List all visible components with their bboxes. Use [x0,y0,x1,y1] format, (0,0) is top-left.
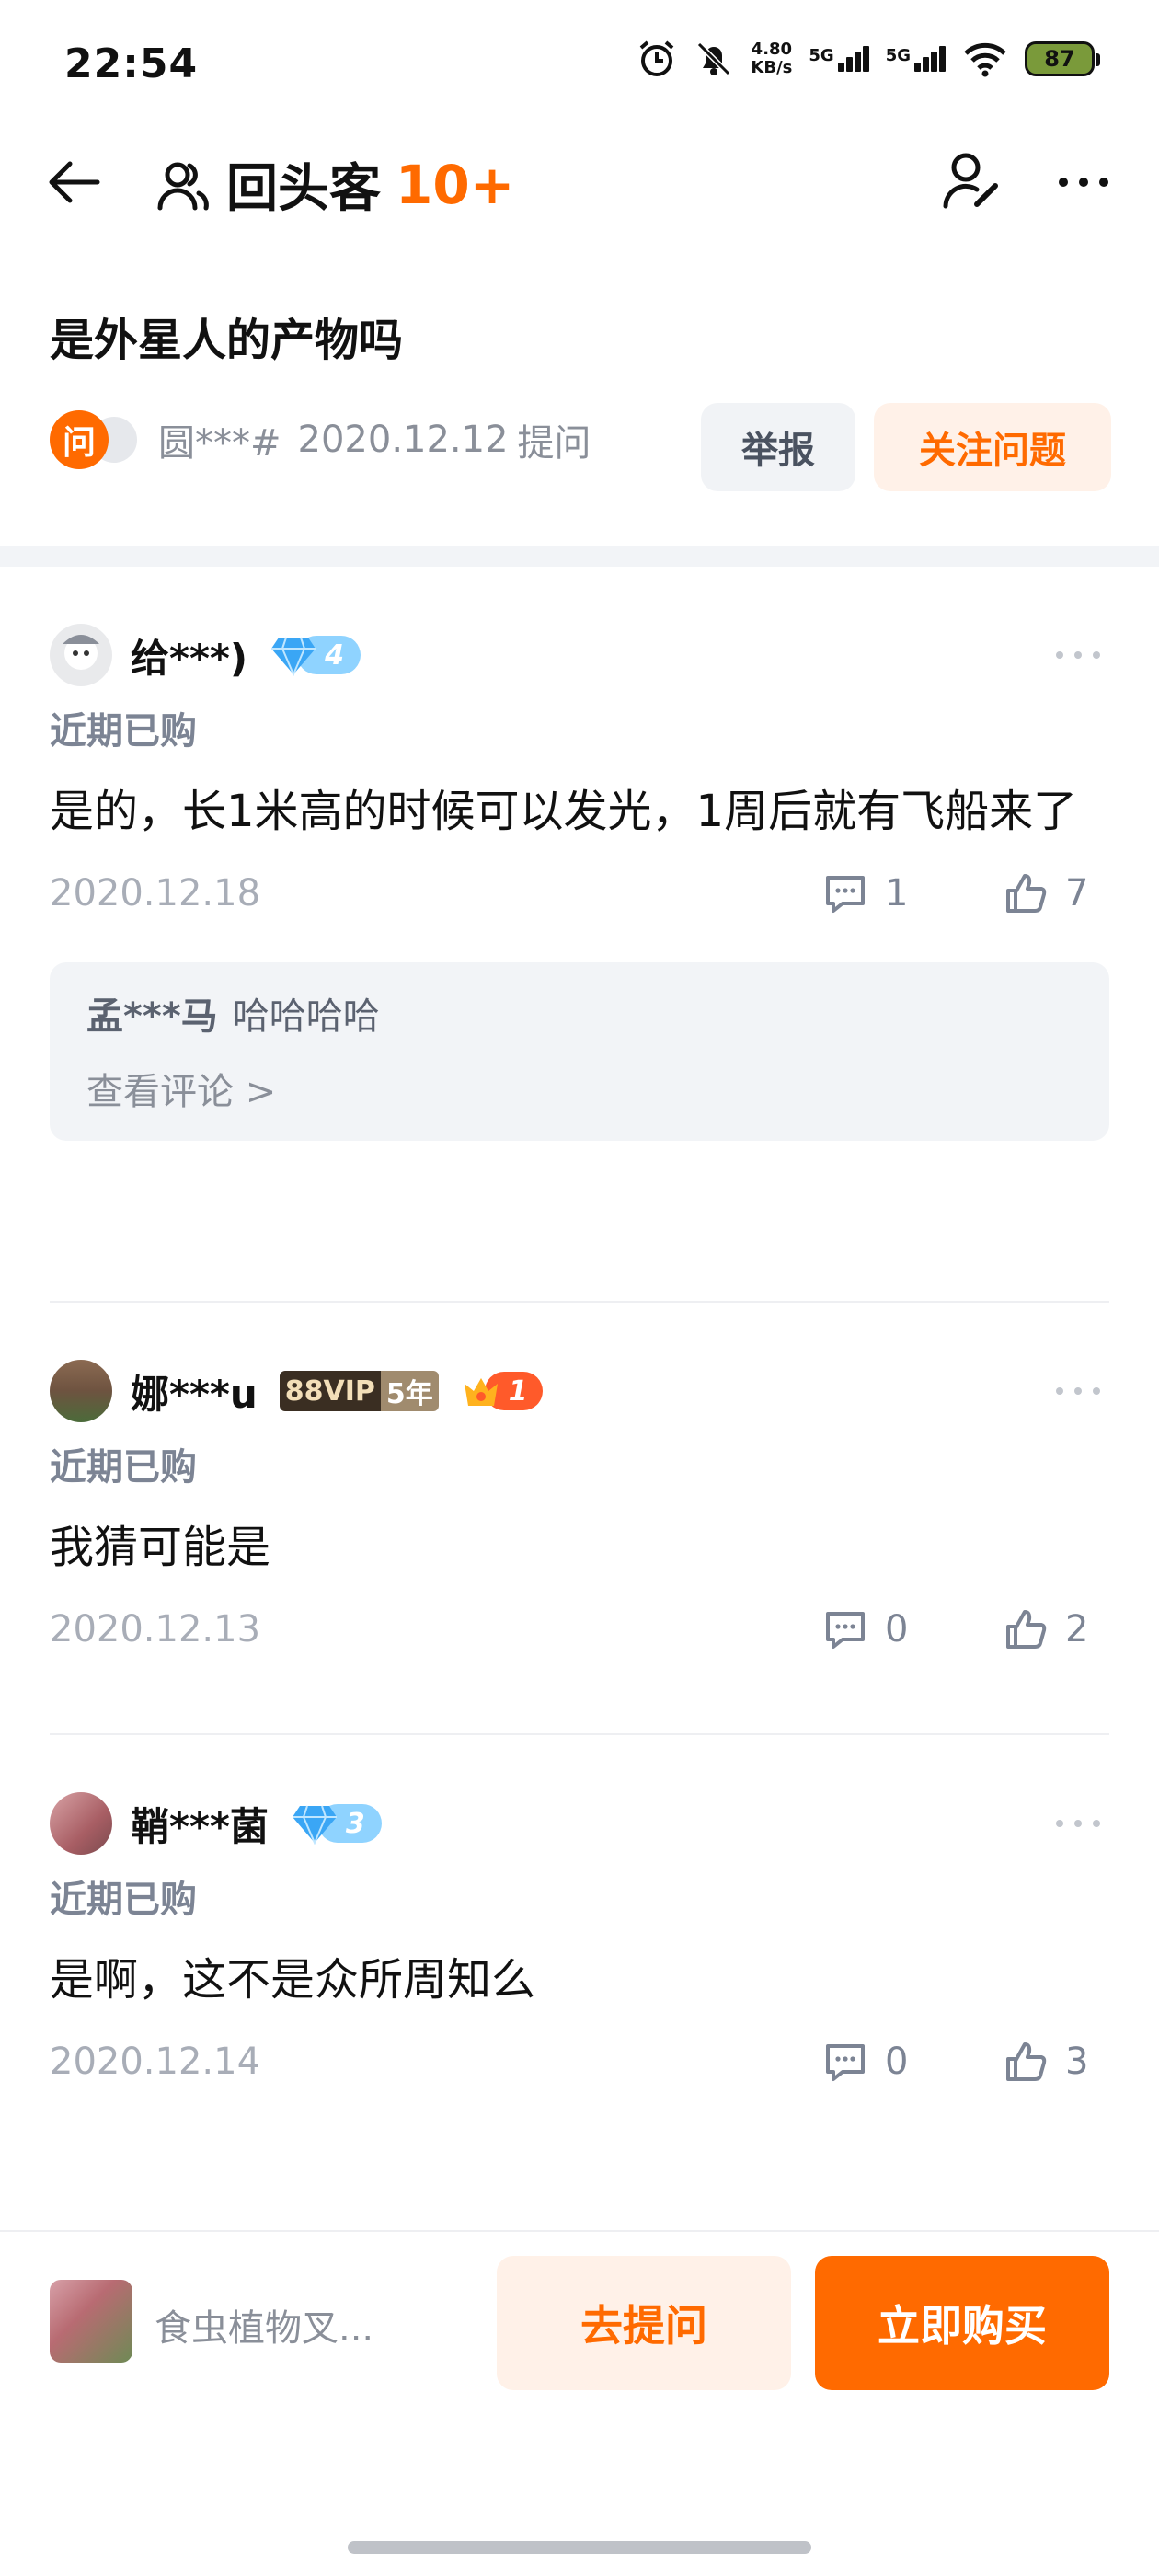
wifi-icon [964,42,1006,77]
network-speed: 4.80 KB/s [751,40,793,77]
answer-text: 我猜可能是 [50,1522,271,1573]
signal-5g-2: 5G [886,46,946,72]
vip-label: 88VIP [279,1371,381,1411]
answer-author: 娜***u [131,1371,258,1417]
answer-date: 2020.12.13 [50,1608,261,1650]
comment-button[interactable]: 1 [822,870,908,916]
comment-icon [826,1612,865,1649]
avatar[interactable] [50,1792,112,1855]
comment-count: 0 [885,1608,909,1650]
user-edit-icon[interactable] [938,147,1004,213]
like-button[interactable]: 3 [1003,2039,1088,2085]
signal-5g-1: 5G [809,46,869,72]
nav-bar: 回头客 10+ [0,138,1159,223]
people-icon [157,162,209,210]
diamond-icon [271,637,316,676]
recent-purchase-label: 近期已购 [50,1879,197,1921]
status-bar: 22:54 4.80 KB/s 5G 5G 87 [0,0,1159,138]
home-indicator[interactable] [348,2541,811,2554]
thumbs-up-icon [1006,2042,1047,2081]
crown-icon [464,1378,498,1406]
buy-now-button[interactable]: 立即购买 [815,2256,1109,2390]
answer-date: 2020.12.14 [50,2041,261,2083]
diamond-icon [292,1805,337,1845]
divider [50,1301,1109,1303]
answer-author: 鞘***菌 [131,1803,269,1849]
ask-question-button[interactable]: 去提问 [497,2256,791,2390]
report-button[interactable]: 举报 [701,403,855,491]
comment-count: 1 [885,872,909,914]
level-badge: 3 [291,1801,382,1846]
status-time: 22:54 [64,40,199,87]
answer-header: 给***) 4 [50,622,1109,688]
answer-footer: 2020.12.18 1 7 [50,863,1109,927]
page-title-count: 10+ [396,153,515,216]
comment-button[interactable]: 0 [822,2039,908,2085]
more-dots-icon[interactable] [1050,1374,1106,1408]
answer-item: 给***) 4 近期已购 是的，长1米高的时候可以发光，1周后就有飞船来了 20… [50,622,1109,1141]
nav-title-group: 回头客 10+ [155,147,514,222]
divider [50,1733,1109,1735]
bottom-action-bar: 食虫植物叉... 去提问 立即购买 [0,2230,1159,2396]
product-name[interactable]: 食虫植物叉... [155,2298,373,2352]
answer-date: 2020.12.18 [50,872,261,914]
status-icons: 4.80 KB/s 5G 5G 87 [637,39,1100,79]
like-count: 2 [1065,1608,1089,1650]
more-dots-icon[interactable] [1050,1807,1106,1840]
recent-purchase-label: 近期已购 [50,710,197,753]
battery-icon: 87 [1025,41,1100,76]
more-dots-icon[interactable] [1050,153,1117,212]
like-button[interactable]: 2 [1003,1606,1088,1652]
answer-text: 是的，长1米高的时候可以发光，1周后就有飞船来了 [50,786,1078,837]
mute-bell-icon [697,41,731,76]
answer-item: 娜***u 88VIP 5年 1 近期已购 我猜可能是 2020.12.13 0… [50,1358,1109,1663]
avatar[interactable] [50,624,112,686]
like-count: 3 [1065,2041,1089,2083]
reply-preview[interactable]: 孟***马 哈哈哈哈 查看评论 > [50,962,1109,1141]
page-title: 回头客 [226,159,381,219]
question-date: 2020.12.12 [297,419,509,461]
like-count: 7 [1065,872,1089,914]
question-title: 是外星人的产物吗 [50,315,404,366]
answer-header: 娜***u 88VIP 5年 1 [50,1358,1109,1424]
question-badge: 问 [50,410,109,469]
view-comments-link[interactable]: 查看评论 > [86,1062,1073,1115]
vip-badge: 88VIP 5年 [279,1371,439,1411]
follow-question-button[interactable]: 关注问题 [874,403,1111,491]
recent-purchase-label: 近期已购 [50,1446,197,1489]
alarm-icon [640,40,674,76]
comment-button[interactable]: 0 [822,1606,908,1652]
like-button[interactable]: 7 [1003,870,1088,916]
vip-years: 5年 [380,1371,439,1411]
product-thumbnail[interactable] [50,2280,132,2363]
asker-name: 圆***# [158,422,281,465]
level-badge: 4 [270,633,361,677]
comment-count: 0 [885,2041,909,2083]
answer-footer: 2020.12.13 0 2 [50,1599,1109,1663]
avatar[interactable] [50,1360,112,1422]
answer-item: 鞘***菌 3 近期已购 是啊，这不是众所周知么 2020.12.14 0 3 [50,1790,1109,2096]
question-meta: 问 圆***# 2020.12.12 提问 [50,410,591,469]
answer-footer: 2020.12.14 0 3 [50,2031,1109,2096]
reply-line: 孟***马 哈哈哈哈 [86,986,1073,1040]
back-arrow-icon[interactable] [44,153,103,212]
crown-level-badge: 1 [461,1371,543,1411]
answer-author: 给***) [131,635,248,681]
thumbs-up-icon [1006,874,1047,913]
comment-icon [826,2044,865,2081]
comment-icon [826,876,865,913]
question-ask-label: 提问 [517,422,591,465]
section-divider [0,546,1159,567]
thumbs-up-icon [1006,1610,1047,1649]
reply-author: 孟***马 [86,995,218,1038]
answer-header: 鞘***菌 3 [50,1790,1109,1857]
answer-text: 是啊，这不是众所周知么 [50,1954,536,2006]
more-dots-icon[interactable] [1050,638,1106,672]
reply-text: 哈哈哈哈 [232,995,380,1038]
